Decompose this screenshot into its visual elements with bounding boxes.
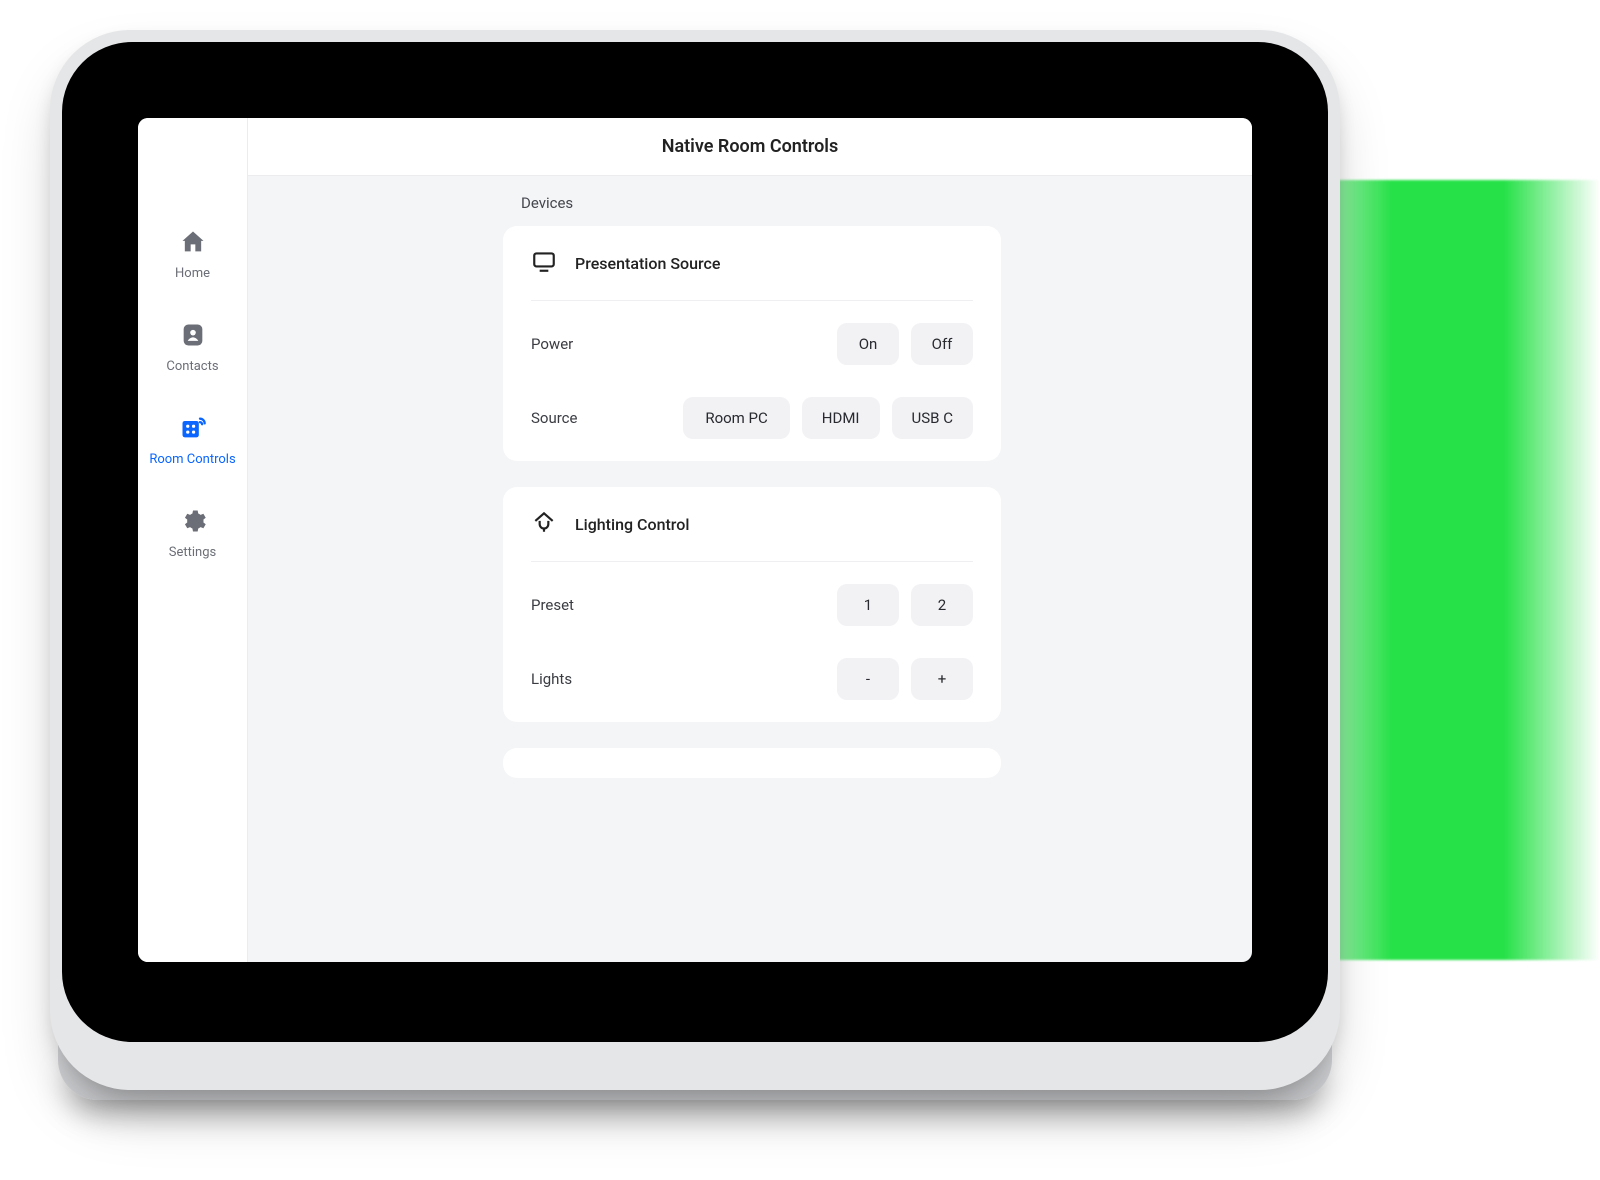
- main: Native Room Controls Devices Presentatio…: [248, 118, 1252, 962]
- preset-buttons: 1 2: [837, 584, 973, 626]
- card-title: Presentation Source: [575, 254, 720, 273]
- screen: Home Contacts Room Controls Settings: [138, 118, 1252, 962]
- row-label: Power: [531, 335, 573, 353]
- sidebar-item-home[interactable]: Home: [138, 228, 247, 281]
- sidebar: Home Contacts Room Controls Settings: [138, 118, 248, 962]
- card-lighting-control: Lighting Control Preset 1 2 Lights -: [503, 487, 1001, 722]
- source-hdmi-button[interactable]: HDMI: [802, 397, 880, 439]
- sidebar-item-label: Room Controls: [149, 452, 235, 467]
- preset-1-button[interactable]: 1: [837, 584, 899, 626]
- source-buttons: Room PC HDMI USB C: [683, 397, 973, 439]
- row-source: Source Room PC HDMI USB C: [531, 387, 973, 461]
- lights-decrease-button[interactable]: -: [837, 658, 899, 700]
- lights-buttons: - +: [837, 658, 973, 700]
- source-roompc-button[interactable]: Room PC: [683, 397, 789, 439]
- row-label: Preset: [531, 596, 574, 614]
- device-frame: Home Contacts Room Controls Settings: [50, 30, 1340, 1090]
- contacts-icon: [179, 321, 207, 353]
- section-label-devices: Devices: [521, 194, 1252, 212]
- gear-icon: [179, 507, 207, 539]
- light-icon: [531, 509, 557, 539]
- sidebar-item-settings[interactable]: Settings: [138, 507, 247, 560]
- monitor-icon: [531, 248, 557, 278]
- sidebar-item-contacts[interactable]: Contacts: [138, 321, 247, 374]
- room-controls-icon: [179, 414, 207, 446]
- sidebar-item-label: Home: [175, 266, 210, 281]
- sidebar-item-label: Contacts: [166, 359, 218, 374]
- card-title: Lighting Control: [575, 515, 689, 534]
- power-on-button[interactable]: On: [837, 323, 899, 365]
- sidebar-item-label: Settings: [169, 545, 216, 560]
- content: Devices Presentation Source Power On Off: [248, 176, 1252, 962]
- card-presentation-source: Presentation Source Power On Off Source …: [503, 226, 1001, 461]
- page-title: Native Room Controls: [248, 118, 1252, 176]
- row-power: Power On Off: [531, 301, 973, 387]
- card-head: Lighting Control: [531, 487, 973, 562]
- card-partial: [503, 748, 1001, 778]
- row-label: Source: [531, 409, 577, 427]
- card-head: Presentation Source: [531, 226, 973, 301]
- lights-increase-button[interactable]: +: [911, 658, 973, 700]
- row-lights: Lights - +: [531, 648, 973, 722]
- power-buttons: On Off: [837, 323, 973, 365]
- row-preset: Preset 1 2: [531, 562, 973, 648]
- sidebar-item-room-controls[interactable]: Room Controls: [138, 414, 247, 467]
- home-icon: [179, 228, 207, 260]
- row-label: Lights: [531, 670, 572, 688]
- preset-2-button[interactable]: 2: [911, 584, 973, 626]
- source-usbc-button[interactable]: USB C: [892, 397, 973, 439]
- power-off-button[interactable]: Off: [911, 323, 973, 365]
